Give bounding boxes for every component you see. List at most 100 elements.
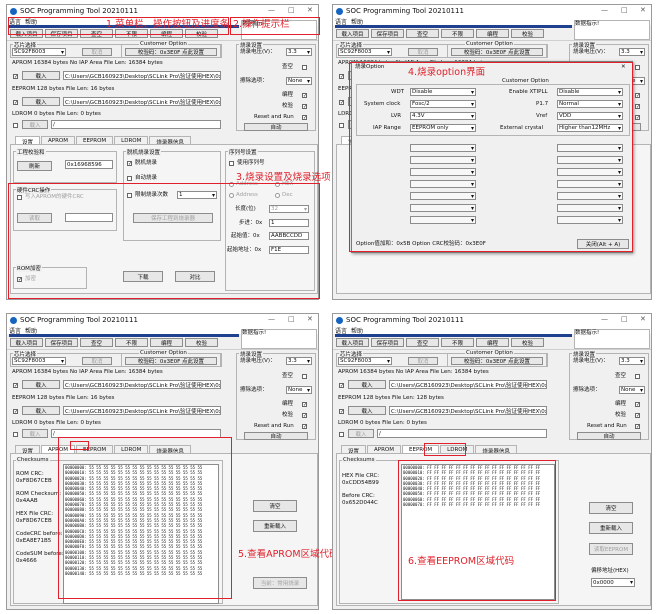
voltage-select[interactable]: 3.3 xyxy=(286,48,312,56)
reset-run-checkbox[interactable]: ✓ xyxy=(635,424,640,430)
aprom-path-field[interactable]: C:\Users\GCB160923\Desktop\SCLink Pro\验证… xyxy=(63,71,221,80)
menu-language[interactable]: 语言 xyxy=(335,326,347,335)
toolbar-program-button[interactable]: 编程 xyxy=(476,29,509,38)
maximize-button[interactable]: □ xyxy=(288,6,295,14)
checksum-field[interactable]: 0x16968596 xyxy=(65,160,113,169)
serial-checkbox[interactable] xyxy=(229,161,234,166)
aprom-path-field[interactable]: C:\Users\GCB160923\Desktop\SCLink Pro\验证… xyxy=(389,380,547,389)
aprom-checkbox[interactable]: ✓ xyxy=(13,74,18,80)
auto-button[interactable]: 自动 xyxy=(244,123,308,131)
menu-help[interactable]: 帮助 xyxy=(351,17,363,26)
toolbar-unlock-button[interactable]: 不限 xyxy=(115,338,148,347)
eeprom-load-button[interactable]: 载入 xyxy=(22,97,60,106)
chip-cancel-button[interactable]: 取消 xyxy=(82,48,112,56)
minimize-button[interactable]: — xyxy=(601,315,608,323)
verify-checkbox[interactable]: ✓ xyxy=(302,413,307,419)
toolbar-save-button[interactable]: 保存项目 xyxy=(371,29,404,38)
toolbar-save-button[interactable]: 保存项目 xyxy=(371,338,404,347)
aprom-read-button[interactable]: 当前：常用烧录 xyxy=(253,577,307,589)
ldrom-load-button[interactable]: 载入 xyxy=(22,429,48,438)
aprom-checkbox[interactable]: ✓ xyxy=(339,74,344,80)
toolbar-program-button[interactable]: 编程 xyxy=(150,338,183,347)
checksum-set-button[interactable]: 校验码：0x3E0F 点此设置 xyxy=(451,357,543,365)
toolbar-load-button[interactable]: 载入项目 xyxy=(336,338,369,347)
eeprom-path-field[interactable]: C:\Users\GCB160923\Desktop\SCLink Pro\验证… xyxy=(63,406,221,415)
blank-check-checkbox[interactable] xyxy=(302,65,307,70)
erase-select[interactable]: None xyxy=(286,386,312,394)
aprom-checkbox[interactable]: ✓ xyxy=(339,383,344,389)
chip-select[interactable]: SC92F8003 xyxy=(12,357,66,365)
toolbar-load-button[interactable]: 载入项目 xyxy=(336,29,369,38)
ldrom-load-button[interactable]: 载入 xyxy=(348,429,374,438)
program-checkbox[interactable]: ✓ xyxy=(302,402,307,408)
eeprom-path-field[interactable]: C:\Users\GCB160923\Desktop\SCLink Pro\验证… xyxy=(63,97,221,106)
close-button[interactable]: ✕ xyxy=(307,315,313,323)
chip-cancel-button[interactable]: 取消 xyxy=(82,357,112,365)
eeprom-reload-button[interactable]: 重新载入 xyxy=(589,522,633,534)
chip-select[interactable]: SC92F8003 xyxy=(338,357,392,365)
voltage-select[interactable]: 3.3 xyxy=(286,357,312,365)
chip-cancel-button[interactable]: 取消 xyxy=(408,357,438,365)
menu-help[interactable]: 帮助 xyxy=(351,326,363,335)
close-button[interactable]: ✕ xyxy=(307,6,313,14)
maximize-button[interactable]: □ xyxy=(621,315,628,323)
minimize-button[interactable]: — xyxy=(268,6,275,14)
reset-run-checkbox[interactable]: ✓ xyxy=(635,115,640,121)
minimize-button[interactable]: — xyxy=(268,315,275,323)
eeprom-clear-button[interactable]: 清空 xyxy=(589,502,633,514)
toolbar-lock-button[interactable]: 查空 xyxy=(406,338,439,347)
offset-select[interactable]: 0x0000 xyxy=(591,578,635,587)
menu-help[interactable]: 帮助 xyxy=(25,326,37,335)
toolbar-lock-button[interactable]: 查空 xyxy=(80,338,113,347)
reset-run-checkbox[interactable]: ✓ xyxy=(302,424,307,430)
toolbar-unlock-button[interactable]: 不限 xyxy=(441,29,474,38)
aprom-reload-button[interactable]: 重新载入 xyxy=(253,520,297,532)
aprom-load-button[interactable]: 载入 xyxy=(22,380,60,389)
auto-burn-checkbox[interactable] xyxy=(127,176,132,181)
eeprom-checkbox[interactable]: ✓ xyxy=(13,409,18,415)
aprom-clear-button[interactable]: 清空 xyxy=(253,500,297,512)
ldrom-load-button[interactable]: 载入 xyxy=(22,120,48,129)
toolbar-lock-button[interactable]: 查空 xyxy=(406,29,439,38)
verify-checkbox[interactable]: ✓ xyxy=(635,104,640,110)
verify-checkbox[interactable]: ✓ xyxy=(635,413,640,419)
chip-select[interactable]: SC92F8003 xyxy=(338,48,392,56)
auto-button[interactable]: 自动 xyxy=(577,432,641,440)
program-checkbox[interactable]: ✓ xyxy=(302,93,307,99)
toolbar-program-button[interactable]: 编程 xyxy=(476,338,509,347)
eeprom-read-button[interactable]: 读取EEPROM xyxy=(589,543,633,555)
aprom-path-field[interactable]: C:\Users\GCB160923\Desktop\SCLink Pro\验证… xyxy=(63,380,221,389)
eeprom-path-field[interactable]: C:\Users\GCB160923\Desktop\SCLink Pro\验证… xyxy=(389,406,547,415)
ldrom-checkbox[interactable] xyxy=(339,432,344,437)
auto-button[interactable]: 自动 xyxy=(244,432,308,440)
aprom-load-button[interactable]: 载入 xyxy=(348,380,386,389)
toolbar-verify-button[interactable]: 校验 xyxy=(511,29,544,38)
ldrom-checkbox[interactable] xyxy=(13,432,18,437)
eeprom-load-button[interactable]: 载入 xyxy=(22,406,60,415)
eeprom-checkbox[interactable]: ✓ xyxy=(13,100,18,106)
chip-select[interactable]: SC92F8003 xyxy=(12,48,66,56)
eeprom-load-button[interactable]: 载入 xyxy=(348,406,386,415)
program-checkbox[interactable]: ✓ xyxy=(635,93,640,99)
close-button[interactable]: ✕ xyxy=(640,315,646,323)
blank-check-checkbox[interactable] xyxy=(302,374,307,379)
aprom-load-button[interactable]: 载入 xyxy=(22,71,60,80)
ldrom-checkbox[interactable] xyxy=(13,123,18,128)
toolbar-verify-button[interactable]: 校验 xyxy=(511,338,544,347)
chip-cancel-button[interactable]: 取消 xyxy=(408,48,438,56)
toolbar-verify-button[interactable]: 校验 xyxy=(185,338,218,347)
toolbar-load-button[interactable]: 载入项目 xyxy=(10,338,43,347)
voltage-select[interactable]: 3.3 xyxy=(619,48,645,56)
voltage-select[interactable]: 3.3 xyxy=(619,357,645,365)
close-button[interactable]: ✕ xyxy=(640,6,646,14)
erase-select[interactable]: None xyxy=(286,77,312,85)
erase-select[interactable]: None xyxy=(619,386,645,394)
aprom-checkbox[interactable]: ✓ xyxy=(13,383,18,389)
checksum-set-button[interactable]: 校验码：0x3E0F 点此设置 xyxy=(125,48,217,56)
maximize-button[interactable]: □ xyxy=(288,315,295,323)
blank-check-checkbox[interactable] xyxy=(635,65,640,70)
ldrom-checkbox[interactable] xyxy=(339,123,344,128)
toolbar-unlock-button[interactable]: 不限 xyxy=(441,338,474,347)
menu-language[interactable]: 语言 xyxy=(335,17,347,26)
reset-run-checkbox[interactable]: ✓ xyxy=(302,115,307,121)
